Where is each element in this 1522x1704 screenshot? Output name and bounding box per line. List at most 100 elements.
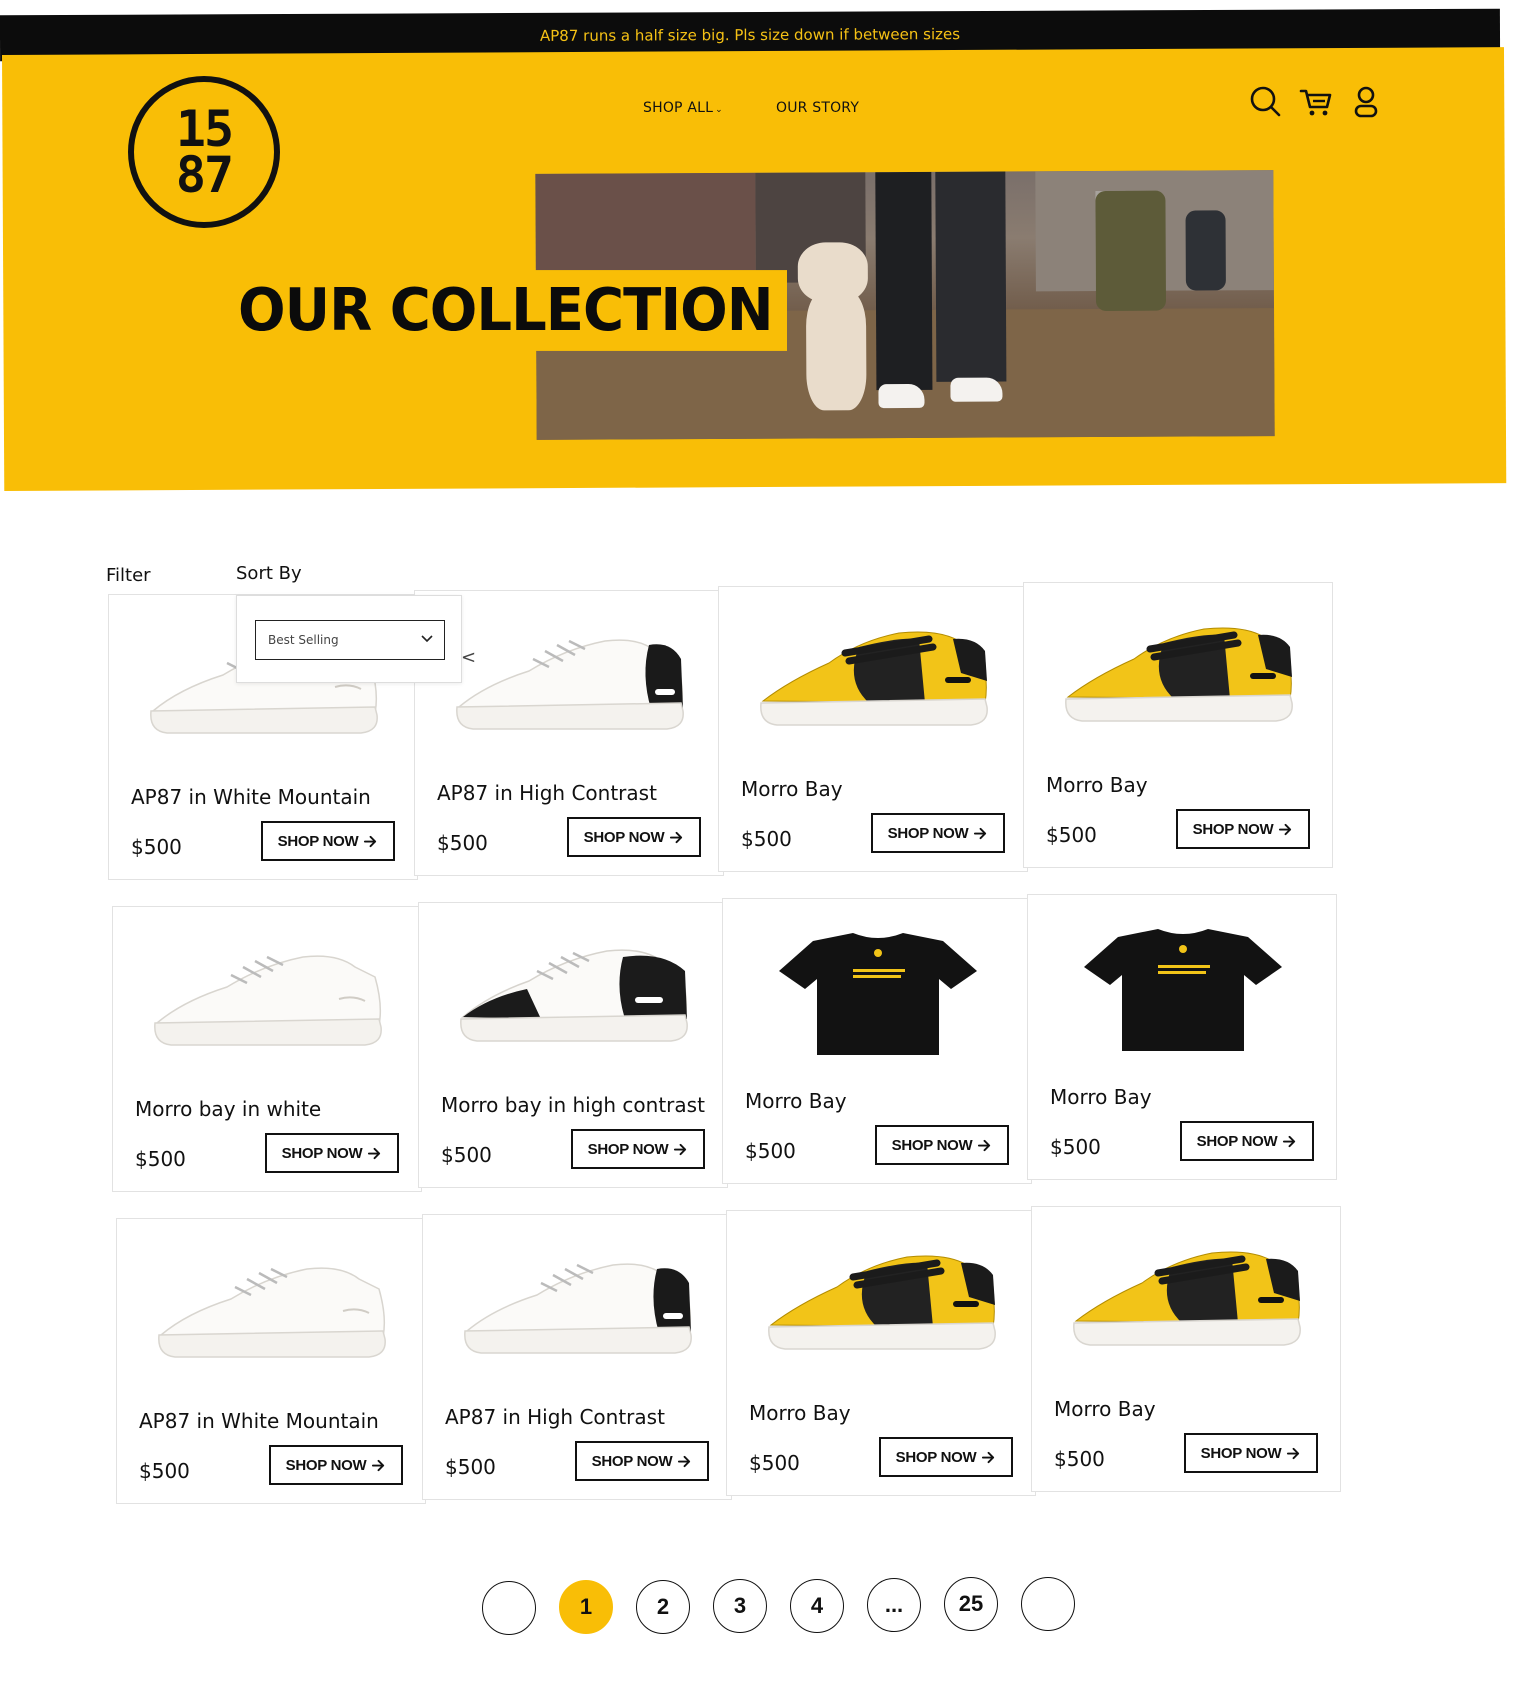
arrow-right-icon <box>364 835 377 847</box>
product-card[interactable]: Morro Bay $500 SHOP NOW <box>1027 894 1337 1180</box>
shop-now-button[interactable]: SHOP NOW <box>1180 1121 1314 1161</box>
arrow-right-icon <box>368 1147 381 1159</box>
arrow-right-icon <box>678 1455 691 1467</box>
product-card[interactable]: Morro bay in white $500 SHOP NOW <box>112 906 422 1192</box>
product-name[interactable]: Morro Bay <box>1046 773 1148 797</box>
shop-now-label: SHOP NOW <box>591 1452 673 1470</box>
shop-now-button[interactable]: SHOP NOW <box>265 1133 399 1173</box>
product-name[interactable]: AP87 in High Contrast <box>437 781 657 805</box>
shop-now-label: SHOP NOW <box>587 1140 669 1158</box>
product-price: $500 <box>131 835 182 859</box>
product-price: $500 <box>741 827 792 851</box>
pagination-label: 2 <box>656 1593 670 1619</box>
product-image[interactable] <box>749 611 999 751</box>
product-price: $500 <box>745 1139 796 1163</box>
pagination-label: 1 <box>579 1594 593 1620</box>
product-image[interactable] <box>449 927 699 1067</box>
product-name[interactable]: AP87 in White Mountain <box>139 1409 379 1433</box>
arrow-right-icon <box>982 1451 995 1463</box>
chevron-down-icon <box>421 635 433 643</box>
shop-now-label: SHOP NOW <box>895 1448 977 1466</box>
product-name[interactable]: AP87 in White Mountain <box>131 785 371 809</box>
arrow-right-icon <box>670 831 683 843</box>
sort-dropdown-panel: Best Selling <box>236 595 462 683</box>
pagination-page-3[interactable]: 3 <box>713 1579 767 1634</box>
product-image[interactable] <box>453 1239 703 1379</box>
product-price: $500 <box>1050 1135 1101 1159</box>
product-image[interactable] <box>1054 607 1304 747</box>
pagination-page-1[interactable]: 1 <box>559 1580 613 1635</box>
product-name[interactable]: Morro bay in white <box>135 1097 321 1121</box>
product-name[interactable]: Morro Bay <box>745 1089 847 1113</box>
product-card[interactable]: AP87 in White Mountain $500 SHOP NOW <box>116 1218 426 1504</box>
shop-now-button[interactable]: SHOP NOW <box>567 817 701 857</box>
product-image[interactable] <box>757 1235 1007 1375</box>
product-name[interactable]: Morro bay in high contrast <box>441 1093 705 1117</box>
product-image[interactable] <box>753 923 1003 1063</box>
pagination-next-button[interactable] <box>1021 1576 1075 1631</box>
product-image[interactable] <box>445 615 695 755</box>
shop-now-button[interactable]: SHOP NOW <box>571 1129 705 1169</box>
shop-now-label: SHOP NOW <box>887 824 969 842</box>
pagination-label: 25 <box>958 1591 984 1617</box>
carousel-prev-icon[interactable]: < <box>461 647 476 668</box>
shop-now-button[interactable]: SHOP NOW <box>1176 809 1310 849</box>
arrow-right-icon <box>372 1459 385 1471</box>
arrow-right-icon <box>674 1143 687 1155</box>
pagination-ellipsis[interactable]: ... <box>867 1578 921 1632</box>
shop-now-label: SHOP NOW <box>1192 820 1274 838</box>
product-price: $500 <box>139 1459 190 1483</box>
product-price: $500 <box>135 1147 186 1171</box>
product-name[interactable]: Morro Bay <box>749 1401 851 1425</box>
product-price: $500 <box>1054 1447 1105 1471</box>
product-name[interactable]: AP87 in High Contrast <box>445 1405 665 1429</box>
arrow-right-icon <box>1287 1447 1300 1459</box>
pagination-page-25[interactable]: 25 <box>944 1577 998 1632</box>
pagination-page-4[interactable]: 4 <box>790 1578 844 1633</box>
shop-now-label: SHOP NOW <box>891 1136 973 1154</box>
shop-now-label: SHOP NOW <box>285 1456 367 1474</box>
shop-now-button[interactable]: SHOP NOW <box>1184 1433 1318 1473</box>
shop-now-button[interactable]: SHOP NOW <box>261 821 395 861</box>
product-price: $500 <box>445 1455 496 1479</box>
product-card[interactable]: Morro bay in high contrast $500 SHOP NOW <box>418 902 728 1188</box>
product-card[interactable]: Morro Bay $500 SHOP NOW <box>1031 1206 1341 1492</box>
pagination-page-2[interactable]: 2 <box>636 1579 690 1634</box>
shop-now-button[interactable]: SHOP NOW <box>871 813 1005 853</box>
product-name[interactable]: Morro Bay <box>1054 1397 1156 1421</box>
pagination-label: 3 <box>733 1593 747 1619</box>
product-card[interactable]: Morro Bay $500 SHOP NOW <box>722 898 1032 1184</box>
shop-now-button[interactable]: SHOP NOW <box>875 1125 1009 1165</box>
product-price: $500 <box>437 831 488 855</box>
sort-select[interactable]: Best Selling <box>255 620 445 660</box>
shop-now-button[interactable]: SHOP NOW <box>575 1441 709 1481</box>
product-grid: AP87 in White Mountain $500 SHOP NOW AP87 i… <box>0 0 1522 1704</box>
arrow-right-icon <box>978 1139 991 1151</box>
product-card[interactable]: AP87 in High Contrast $500 SHOP NOW <box>422 1214 732 1500</box>
pagination-label: ... <box>884 1592 904 1617</box>
pagination-label: 4 <box>810 1592 824 1618</box>
product-image[interactable] <box>1058 919 1308 1059</box>
product-card[interactable]: Morro Bay $500 SHOP NOW <box>1023 582 1333 868</box>
product-image[interactable] <box>1062 1231 1312 1371</box>
product-price: $500 <box>441 1143 492 1167</box>
pagination-prev-button[interactable] <box>482 1581 536 1635</box>
product-image[interactable] <box>143 931 393 1071</box>
product-name[interactable]: Morro Bay <box>1050 1085 1152 1109</box>
shop-now-label: SHOP NOW <box>1200 1444 1282 1462</box>
arrow-right-icon <box>974 827 987 839</box>
shop-now-button[interactable]: SHOP NOW <box>269 1445 403 1485</box>
arrow-right-icon <box>1283 1135 1296 1147</box>
product-price: $500 <box>749 1451 800 1475</box>
shop-now-label: SHOP NOW <box>277 832 359 850</box>
product-name[interactable]: Morro Bay <box>741 777 843 801</box>
product-image[interactable] <box>147 1243 397 1383</box>
shop-now-button[interactable]: SHOP NOW <box>879 1437 1013 1477</box>
shop-now-label: SHOP NOW <box>1196 1132 1278 1150</box>
shop-now-label: SHOP NOW <box>281 1144 363 1162</box>
product-card[interactable]: Morro Bay $500 SHOP NOW <box>718 586 1028 872</box>
sort-selected-value: Best Selling <box>268 633 339 647</box>
shop-now-label: SHOP NOW <box>583 828 665 846</box>
product-card[interactable]: Morro Bay $500 SHOP NOW <box>726 1210 1036 1496</box>
arrow-right-icon <box>1279 823 1292 835</box>
